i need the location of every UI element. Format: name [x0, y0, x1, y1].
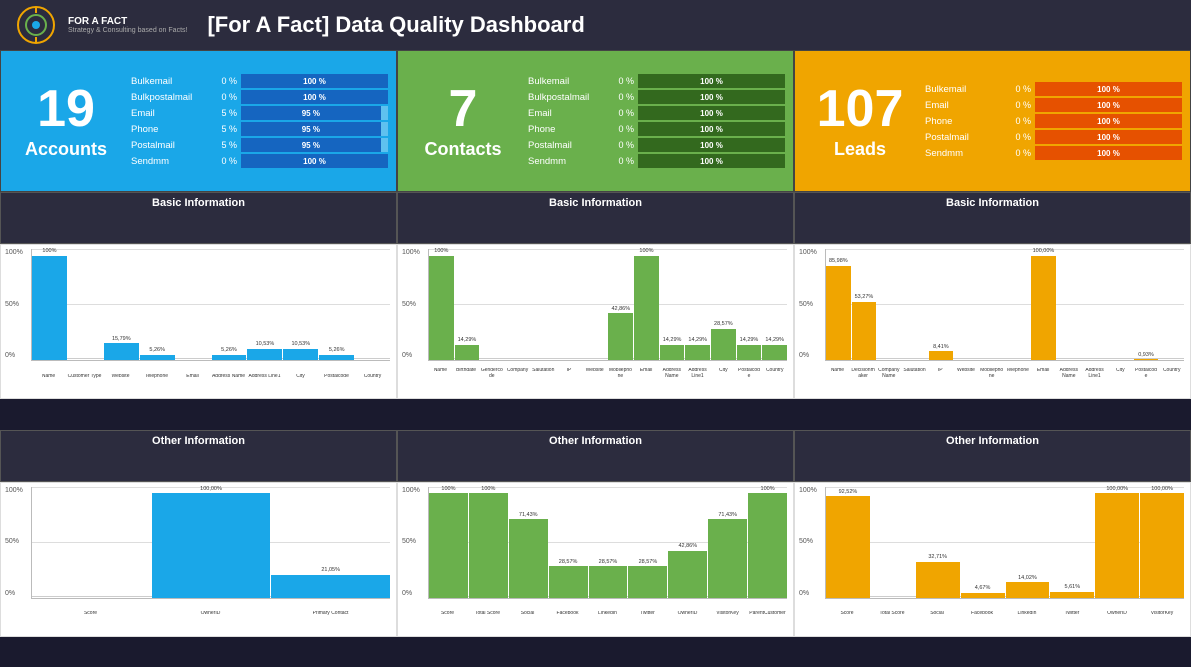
accounts-basic-chart: 100%50%0% 100% 15,79% 5,26% 5,26% 10,53%…: [0, 244, 397, 399]
metric-pct: 0 %: [612, 92, 634, 102]
metric-bar: 100 %: [1035, 130, 1182, 144]
accounts-other-chart: 100%50%0% 100,00% 21,05% ScoreOwnerIDPri…: [0, 482, 397, 637]
metric-pct: 0 %: [612, 76, 634, 86]
metric-bar: 100 %: [1035, 82, 1182, 96]
metric-name: Sendmm: [925, 148, 1005, 159]
contacts-basic-header: Basic Information: [397, 192, 794, 244]
metric-bar: 100 %: [241, 74, 388, 88]
metric-row: Postalmail 0 % 100 %: [528, 138, 785, 152]
contacts-metrics: Bulkemail 0 % 100 % Bulkpostalmail 0 % 1…: [528, 51, 793, 191]
metric-pct: 0 %: [612, 156, 634, 166]
metric-name: Phone: [528, 124, 608, 135]
contacts-label: Contacts: [424, 139, 501, 160]
leads-metrics: Bulkemail 0 % 100 % Email 0 % 100 % Phon…: [925, 51, 1190, 191]
metric-row: Email 5 % 95 %: [131, 106, 388, 120]
logo-subtitle: Strategy & Consulting based on Facts!: [68, 27, 187, 34]
metric-bar: 95 %: [241, 106, 381, 120]
logo-title: FOR A FACT: [68, 16, 187, 27]
metric-pct: 0 %: [612, 140, 634, 150]
metric-pct: 0 %: [1009, 132, 1031, 142]
metric-bar: 100 %: [1035, 114, 1182, 128]
metric-row: Email 0 % 100 %: [925, 98, 1182, 112]
accounts-metrics: Bulkemail 0 % 100 % Bulkpostalmail 0 % 1…: [131, 51, 396, 191]
metric-name: Email: [131, 108, 211, 119]
metric-name: Sendmm: [131, 156, 211, 167]
contacts-number: 7: [449, 83, 478, 135]
metric-bar: 95 %: [241, 138, 381, 152]
accounts-basic-header: Basic Information: [0, 192, 397, 244]
leads-basic-chart: 100%50%0% 85,98% 53,27% 8,41%: [794, 244, 1191, 399]
metric-bar: 100 %: [241, 90, 388, 104]
metric-name: Postalmail: [528, 140, 608, 151]
metric-name: Bulkemail: [925, 84, 1005, 95]
header: FOR A FACT Strategy & Consulting based o…: [0, 0, 1191, 50]
metric-name: Bulkpostalmail: [528, 92, 608, 103]
metric-row: Postalmail 0 % 100 %: [925, 130, 1182, 144]
accounts-panel: 19 Accounts Bulkemail 0 % 100 % Bulkpost…: [0, 50, 397, 192]
metric-row: Bulkpostalmail 0 % 100 %: [528, 90, 785, 104]
metric-row: Postalmail 5 % 95 %: [131, 138, 388, 152]
metric-row: Sendmm 0 % 100 %: [131, 154, 388, 168]
page-title: [For A Fact] Data Quality Dashboard: [207, 12, 584, 38]
logo-icon: [16, 5, 56, 45]
metric-name: Bulkemail: [131, 76, 211, 87]
metric-row: Sendmm 0 % 100 %: [925, 146, 1182, 160]
metric-row: Bulkemail 0 % 100 %: [925, 82, 1182, 96]
metric-bar: 100 %: [638, 154, 785, 168]
leads-other-header: Other Information: [794, 430, 1191, 482]
metric-bar: 100 %: [638, 90, 785, 104]
metric-name: Postalmail: [925, 132, 1005, 143]
metric-bar: 100 %: [638, 138, 785, 152]
metric-pct: 0 %: [1009, 116, 1031, 126]
metric-name: Sendmm: [528, 156, 608, 167]
leads-other-chart: 100%50%0% 92,52% 32,71% 4,67% 14,02% 5,6…: [794, 482, 1191, 637]
metric-row: Bulkemail 0 % 100 %: [131, 74, 388, 88]
metric-pct: 0 %: [612, 108, 634, 118]
metric-name: Postalmail: [131, 140, 211, 151]
metric-pct: 0 %: [612, 124, 634, 134]
metric-name: Phone: [131, 124, 211, 135]
metric-row: Phone 5 % 95 %: [131, 122, 388, 136]
metric-pct: 0 %: [215, 92, 237, 102]
metric-name: Phone: [925, 116, 1005, 127]
metric-row: Email 0 % 100 %: [528, 106, 785, 120]
contacts-other-header: Other Information: [397, 430, 794, 482]
metric-pct: 0 %: [215, 156, 237, 166]
accounts-other-header: Other Information: [0, 430, 397, 482]
metric-name: Bulkpostalmail: [131, 92, 211, 103]
metric-bar: 100 %: [1035, 98, 1182, 112]
contacts-basic-chart: 100%50%0% 100% 14,29% 42,86%: [397, 244, 794, 399]
contacts-other-chart: 100%50%0% 100% 100% 71,43% 28,57% 28,57%…: [397, 482, 794, 637]
leads-label: Leads: [834, 139, 886, 160]
metric-row: Bulkemail 0 % 100 %: [528, 74, 785, 88]
metric-bar: 100 %: [638, 122, 785, 136]
metric-row: Phone 0 % 100 %: [925, 114, 1182, 128]
metric-pct: 5 %: [215, 108, 237, 118]
metric-bar: 100 %: [241, 154, 388, 168]
metric-pct: 5 %: [215, 140, 237, 150]
contacts-panel: 7 Contacts Bulkemail 0 % 100 % Bulkposta…: [397, 50, 794, 192]
metric-name: Email: [925, 100, 1005, 111]
main-grid: 19 Accounts Bulkemail 0 % 100 % Bulkpost…: [0, 50, 1191, 667]
leads-panel: 107 Leads Bulkemail 0 % 100 % Email 0 % …: [794, 50, 1191, 192]
metric-bar: 100 %: [638, 106, 785, 120]
metric-row: Phone 0 % 100 %: [528, 122, 785, 136]
metric-row: Sendmm 0 % 100 %: [528, 154, 785, 168]
metric-pct: 0 %: [1009, 100, 1031, 110]
metric-name: Bulkemail: [528, 76, 608, 87]
leads-number: 107: [817, 83, 904, 135]
accounts-label: Accounts: [25, 139, 107, 160]
metric-bar: 100 %: [638, 74, 785, 88]
metric-pct: 0 %: [215, 76, 237, 86]
metric-bar: 100 %: [1035, 146, 1182, 160]
metric-bar: 95 %: [241, 122, 381, 136]
metric-name: Email: [528, 108, 608, 119]
metric-pct: 0 %: [1009, 148, 1031, 158]
accounts-number: 19: [37, 83, 95, 135]
metric-pct: 5 %: [215, 124, 237, 134]
metric-pct: 0 %: [1009, 84, 1031, 94]
metric-row: Bulkpostalmail 0 % 100 %: [131, 90, 388, 104]
leads-basic-header: Basic Information: [794, 192, 1191, 244]
